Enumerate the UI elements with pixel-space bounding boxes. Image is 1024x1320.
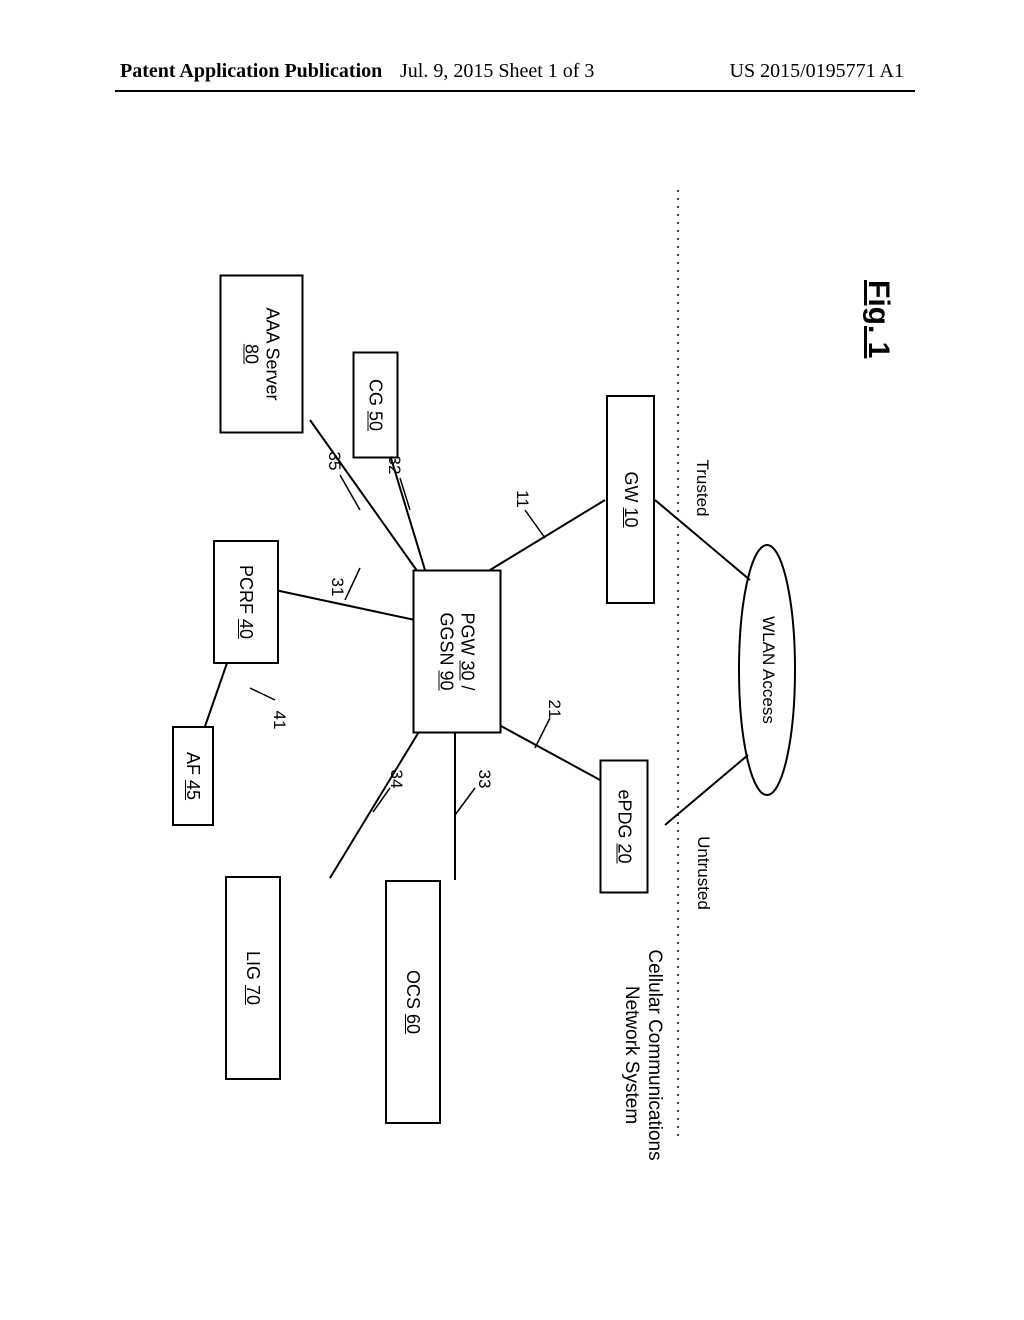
box-cg-label: CG: [366, 379, 386, 411]
box-ggsn-num: 90: [437, 670, 457, 690]
header-rule: [115, 90, 915, 92]
box-pgw-label: PGW: [458, 612, 478, 660]
box-af-label: AF: [184, 752, 204, 780]
link-label-35: 35: [326, 446, 344, 476]
box-ocs-label: OCS: [404, 970, 424, 1014]
diagram-title: Cellular Communications Network System: [615, 915, 665, 1195]
box-cg: CG 50: [353, 352, 399, 459]
box-af: AF 45: [172, 726, 214, 826]
box-epdg-num: 20: [615, 844, 635, 864]
box-aaa-num: 80: [241, 344, 262, 364]
box-lig-label: LIG: [244, 951, 264, 985]
header-sheet-info: Jul. 9, 2015 Sheet 1 of 3: [400, 60, 594, 83]
box-pcrf-label: PCRF: [237, 565, 257, 619]
figure-label: Fig. 1: [855, 280, 895, 390]
box-pgw-ggsn: PGW 30 / GGSN 90: [413, 570, 502, 734]
box-cg-num: 50: [366, 411, 386, 431]
box-lig-num: 70: [244, 985, 264, 1005]
wlan-access-label: WLAN Access: [756, 600, 778, 740]
box-gw-label: GW: [621, 471, 641, 507]
header-publication: Patent Application Publication: [120, 60, 382, 83]
label-untrusted: Untrusted: [693, 823, 713, 923]
box-lig: LIG 70: [225, 876, 281, 1080]
label-trusted: Trusted: [692, 448, 712, 528]
box-ggsn-label: GGSN: [437, 612, 457, 670]
link-label-21: 21: [546, 694, 564, 724]
box-gw: GW 10: [606, 395, 655, 604]
box-aaa-line1: AAA Server: [262, 307, 283, 400]
page-header: Patent Application Publication Jul. 9, 2…: [0, 60, 1024, 90]
link-label-34: 34: [388, 764, 406, 794]
link-label-32: 32: [386, 450, 404, 480]
link-label-31: 31: [329, 572, 347, 602]
box-epdg: ePDG 20: [600, 760, 649, 894]
box-pcrf-num: 40: [237, 619, 257, 639]
box-pgw-num: 30: [458, 660, 478, 680]
box-epdg-label: ePDG: [615, 789, 635, 843]
header-pub-number: US 2015/0195771 A1: [730, 60, 904, 83]
box-ocs: OCS 60: [385, 880, 441, 1124]
box-aaa-server: AAA Server 80: [220, 275, 304, 434]
link-label-11: 11: [514, 484, 532, 514]
box-ocs-num: 60: [404, 1014, 424, 1034]
link-label-41: 41: [271, 705, 289, 735]
box-pcrf: PCRF 40: [213, 540, 279, 664]
box-pgw-slash: /: [458, 681, 478, 691]
box-af-num: 45: [184, 780, 204, 800]
link-label-33: 33: [476, 764, 494, 794]
box-gw-num: 10: [621, 507, 641, 527]
figure-1-diagram: AF 45 PCRF 40 AAA Server 80 LIG 70 OCS 6…: [100, 160, 920, 1240]
